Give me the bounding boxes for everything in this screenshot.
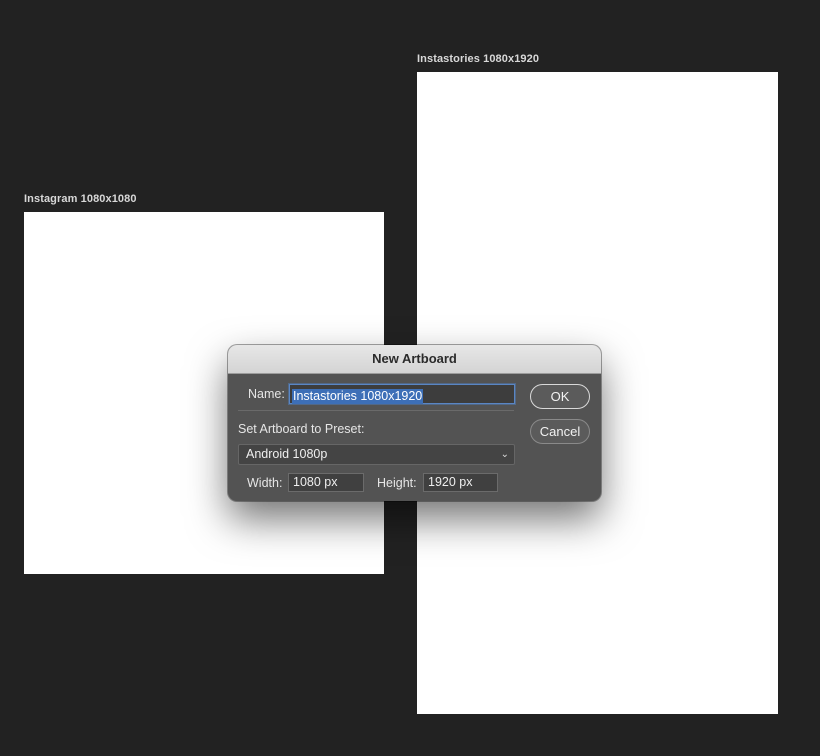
height-input[interactable]: 1920 px <box>423 473 498 492</box>
height-label: Height: <box>377 476 417 490</box>
artboard-label-instastories[interactable]: Instastories 1080x1920 <box>417 53 539 65</box>
width-label: Width: <box>247 476 283 490</box>
ok-button[interactable]: OK <box>530 384 590 409</box>
name-input[interactable]: Instastories 1080x1920 <box>289 384 515 404</box>
name-input-selected-text: Instastories 1080x1920 <box>292 389 424 404</box>
preset-label: Set Artboard to Preset: <box>238 422 365 436</box>
new-artboard-dialog: New Artboard Name: Instastories 1080x192… <box>228 345 601 501</box>
divider <box>238 410 514 411</box>
cancel-button[interactable]: Cancel <box>530 419 590 444</box>
dialog-title[interactable]: New Artboard <box>228 345 601 374</box>
name-label: Name: <box>248 387 285 401</box>
width-input[interactable]: 1080 px <box>288 473 364 492</box>
preset-select[interactable]: Android 1080p ⌄ <box>238 444 515 465</box>
preset-select-value: Android 1080p <box>246 447 328 461</box>
artboard-label-instagram[interactable]: Instagram 1080x1080 <box>24 193 137 205</box>
chevron-down-icon: ⌄ <box>500 449 509 460</box>
